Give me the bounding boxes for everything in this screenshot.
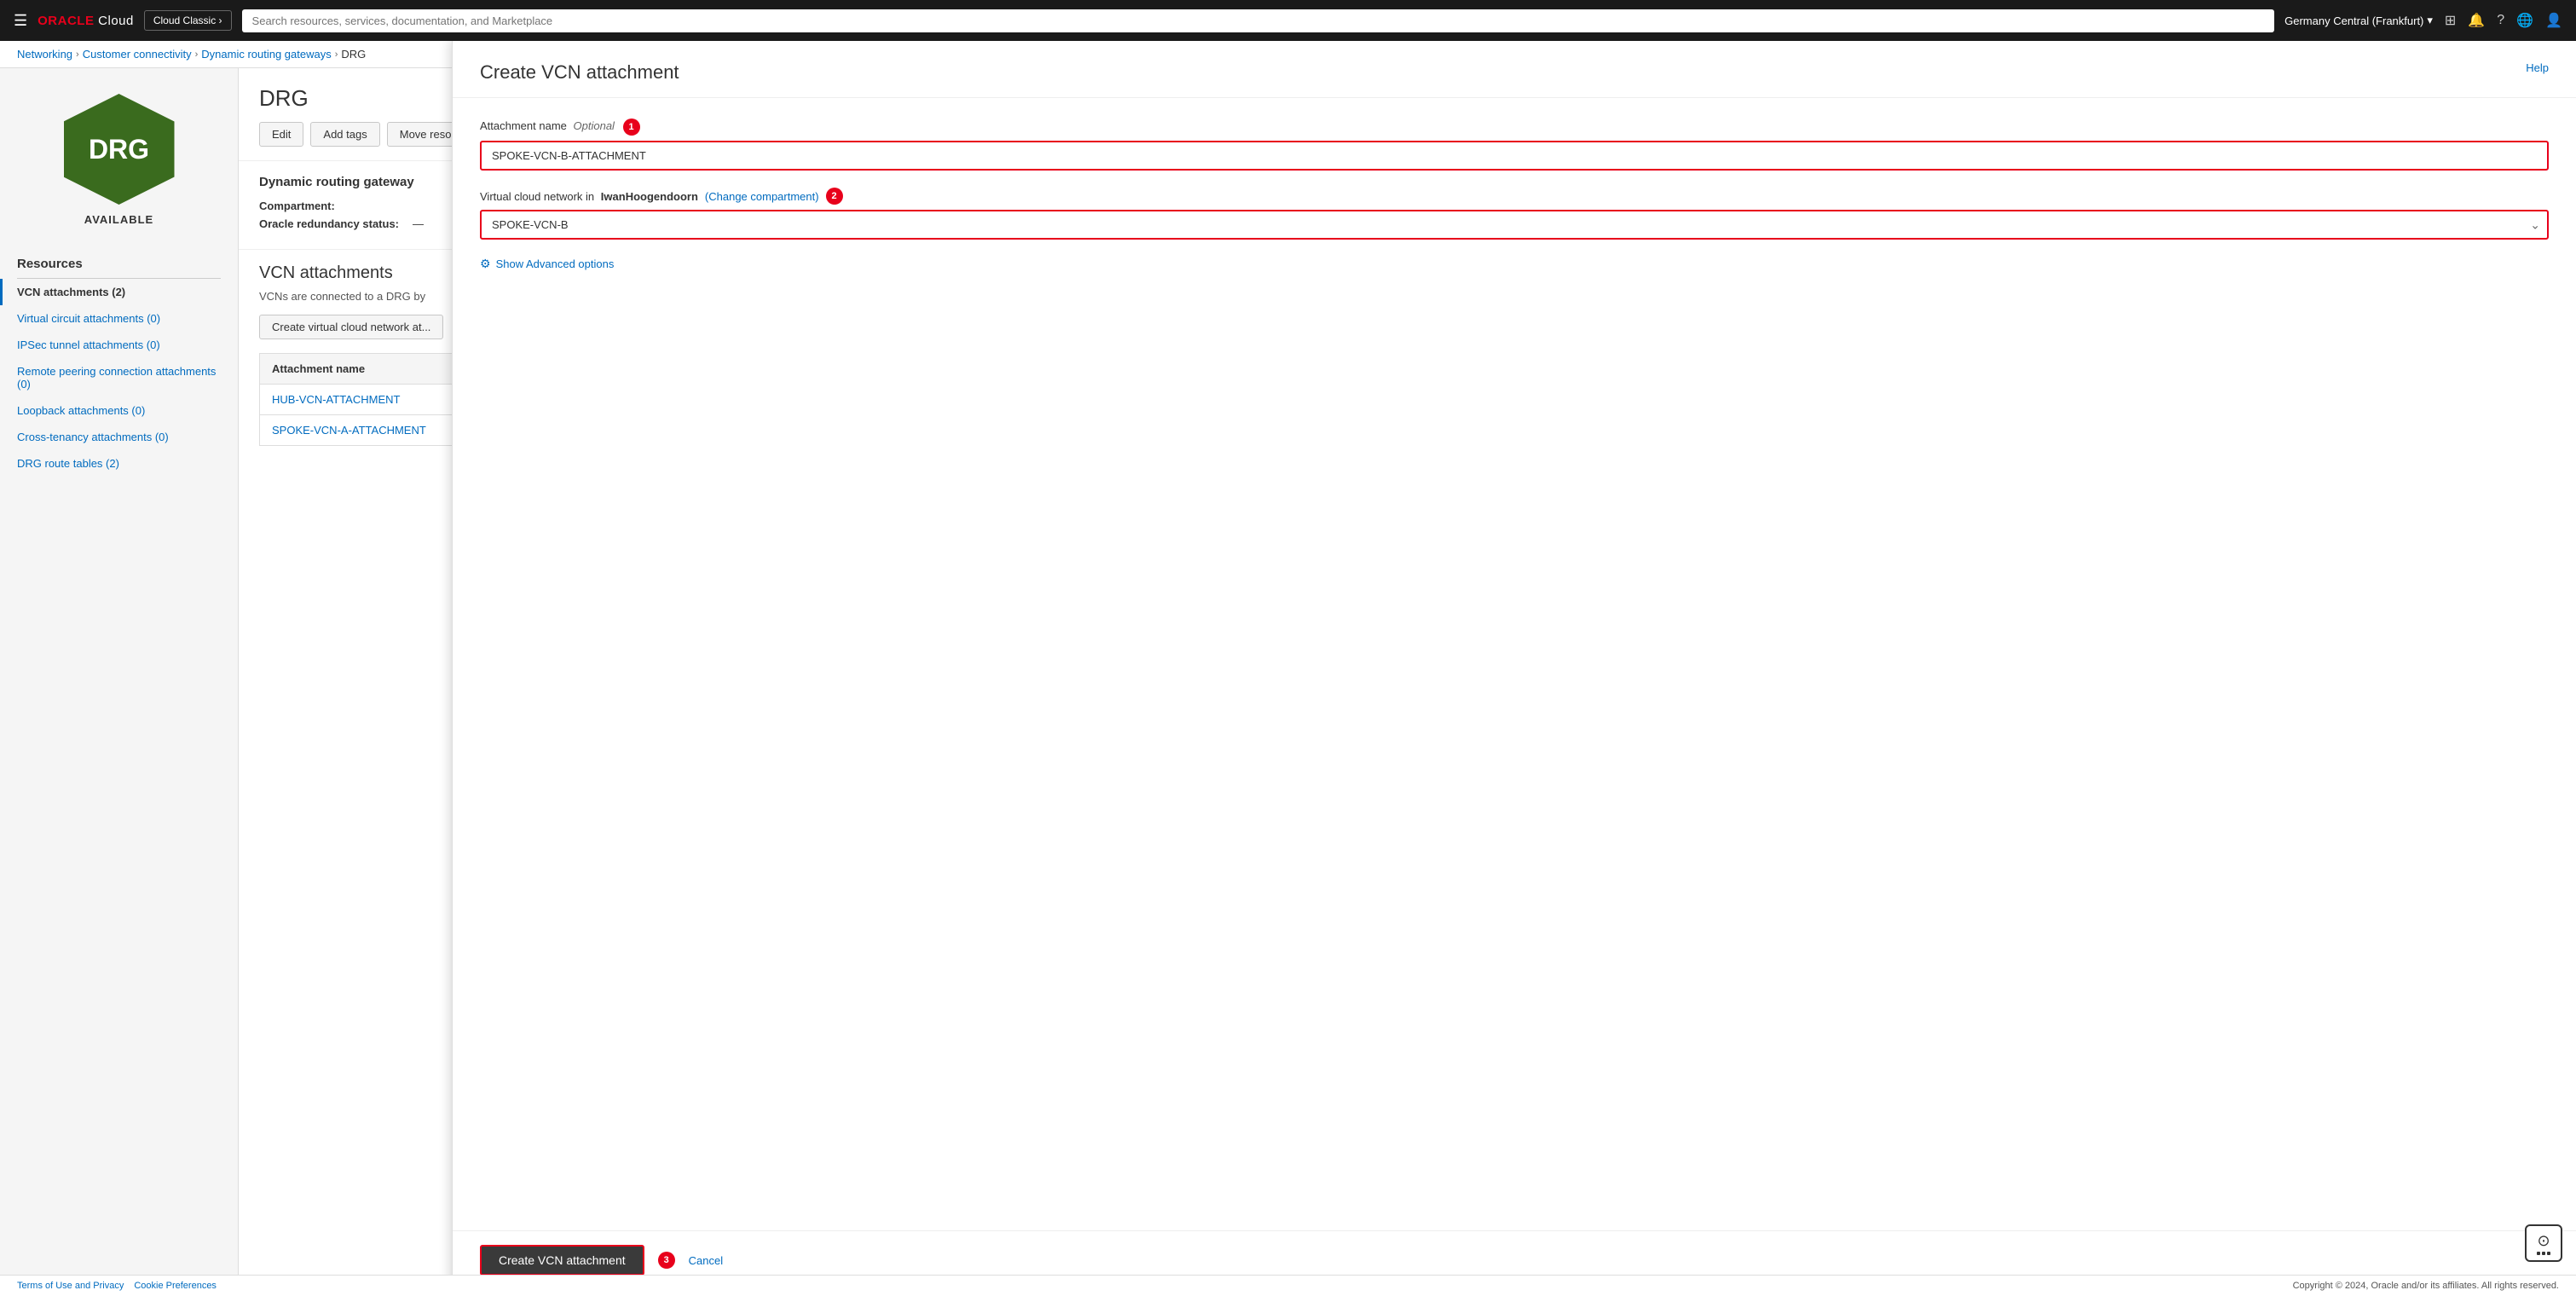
- hub-vcn-attachment-link[interactable]: HUB-VCN-ATTACHMENT: [272, 393, 400, 406]
- top-navigation: ☰ ORACLE Cloud Cloud Classic › Germany C…: [0, 0, 2576, 41]
- sidebar-item-drg-route-tables[interactable]: DRG route tables (2): [0, 450, 238, 477]
- globe-icon[interactable]: 🌐: [2516, 12, 2533, 29]
- help-link[interactable]: Help: [2526, 61, 2549, 74]
- drg-logo-area: DRG AVAILABLE: [0, 68, 238, 243]
- edit-button[interactable]: Edit: [259, 122, 303, 147]
- breadcrumb-dynamic-routing-gateways[interactable]: Dynamic routing gateways: [201, 48, 331, 61]
- breadcrumb-customer-connectivity[interactable]: Customer connectivity: [83, 48, 192, 61]
- oracle-redundancy-label: Oracle redundancy status:: [259, 217, 399, 230]
- show-advanced-options-link[interactable]: ⚙ Show Advanced options: [480, 257, 614, 271]
- copyright-text: Copyright © 2024, Oracle and/or its affi…: [2293, 1281, 2559, 1291]
- cloud-classic-button[interactable]: Cloud Classic ›: [144, 10, 232, 31]
- spoke-vcn-a-attachment-link[interactable]: SPOKE-VCN-A-ATTACHMENT: [272, 424, 426, 437]
- user-icon[interactable]: 👤: [2545, 12, 2562, 29]
- drg-status-badge: AVAILABLE: [84, 213, 153, 226]
- compartment-label: Compartment:: [259, 200, 396, 212]
- sidebar-item-ipsec-tunnel-attachments[interactable]: IPSec tunnel attachments (0): [0, 332, 238, 358]
- oracle-redundancy-value: —: [413, 217, 424, 230]
- change-compartment-link[interactable]: (Change compartment): [705, 190, 819, 203]
- bottom-footer: Terms of Use and Privacy Cookie Preferen…: [0, 1275, 2576, 1296]
- step-3-badge: 3: [658, 1252, 675, 1269]
- vcn-label-prefix: Virtual cloud network in IwanHoogendoorn: [480, 190, 698, 203]
- help-widget-dots: [2537, 1252, 2550, 1255]
- terms-link[interactable]: Terms of Use and Privacy: [17, 1281, 124, 1291]
- help-widget-icon: ⊙: [2537, 1232, 2550, 1250]
- drg-hexagon-text: DRG: [89, 134, 149, 165]
- attachment-name-input[interactable]: [480, 141, 2549, 171]
- bell-icon[interactable]: 🔔: [2468, 12, 2485, 29]
- drg-hexagon: DRG: [64, 94, 175, 205]
- vcn-select-wrapper: SPOKE-VCN-B ⌄: [480, 210, 2549, 240]
- create-vcn-attachment-panel: Create VCN attachment Help Attachment na…: [452, 41, 2576, 1296]
- breadcrumb-networking[interactable]: Networking: [17, 48, 72, 61]
- hamburger-icon[interactable]: ☰: [14, 12, 27, 30]
- breadcrumb-sep-2: ›: [195, 49, 199, 60]
- sidebar-item-vcn-attachments[interactable]: VCN attachments (2): [0, 279, 238, 305]
- breadcrumb-sep-1: ›: [76, 49, 79, 60]
- sliders-icon: ⚙: [480, 257, 491, 271]
- breadcrumb-drg: DRG: [341, 48, 366, 61]
- left-sidebar: DRG AVAILABLE Resources VCN attachments …: [0, 68, 239, 1291]
- help-icon[interactable]: ?: [2497, 13, 2504, 28]
- search-input[interactable]: [242, 9, 2275, 32]
- attachment-name-group: Attachment name Optional 1: [480, 119, 2549, 171]
- nav-right: Germany Central (Frankfurt) ▾ ⊞ 🔔 ? 🌐 👤: [2284, 12, 2562, 29]
- step-1-badge: 1: [623, 119, 640, 136]
- vcn-group: Virtual cloud network in IwanHoogendoorn…: [480, 188, 2549, 240]
- cancel-link[interactable]: Cancel: [689, 1254, 723, 1267]
- dot-3: [2547, 1252, 2550, 1255]
- region-selector[interactable]: Germany Central (Frankfurt) ▾: [2284, 14, 2433, 27]
- dot-1: [2537, 1252, 2540, 1255]
- sidebar-item-loopback-attachments[interactable]: Loopback attachments (0): [0, 397, 238, 424]
- resources-section-title: Resources: [0, 243, 238, 278]
- create-vcn-attachment-submit-button[interactable]: Create VCN attachment: [480, 1245, 644, 1276]
- footer-left: Terms of Use and Privacy Cookie Preferen…: [17, 1281, 217, 1291]
- cookie-link[interactable]: Cookie Preferences: [134, 1281, 217, 1291]
- step-2-badge: 2: [826, 188, 843, 205]
- add-tags-button[interactable]: Add tags: [310, 122, 379, 147]
- sidebar-item-virtual-circuit-attachments[interactable]: Virtual circuit attachments (0): [0, 305, 238, 332]
- vcn-select[interactable]: SPOKE-VCN-B: [480, 210, 2549, 240]
- oracle-logo: ORACLE Cloud: [38, 14, 134, 28]
- panel-header: Create VCN attachment Help: [453, 41, 2576, 98]
- create-vcn-attachment-button[interactable]: Create virtual cloud network at...: [259, 315, 443, 339]
- attachment-name-label: Attachment name Optional 1: [480, 119, 2549, 136]
- sidebar-item-cross-tenancy-attachments[interactable]: Cross-tenancy attachments (0): [0, 424, 238, 450]
- help-widget[interactable]: ⊙: [2525, 1224, 2562, 1262]
- console-icon[interactable]: ⊞: [2445, 12, 2456, 29]
- vcn-label-row: Virtual cloud network in IwanHoogendoorn…: [480, 188, 2549, 205]
- dot-2: [2542, 1252, 2545, 1255]
- breadcrumb-sep-3: ›: [335, 49, 338, 60]
- panel-body: Attachment name Optional 1 Virtual cloud…: [453, 98, 2576, 1230]
- panel-title: Create VCN attachment: [480, 61, 679, 84]
- sidebar-item-remote-peering-attachments[interactable]: Remote peering connection attachments (0…: [0, 358, 238, 397]
